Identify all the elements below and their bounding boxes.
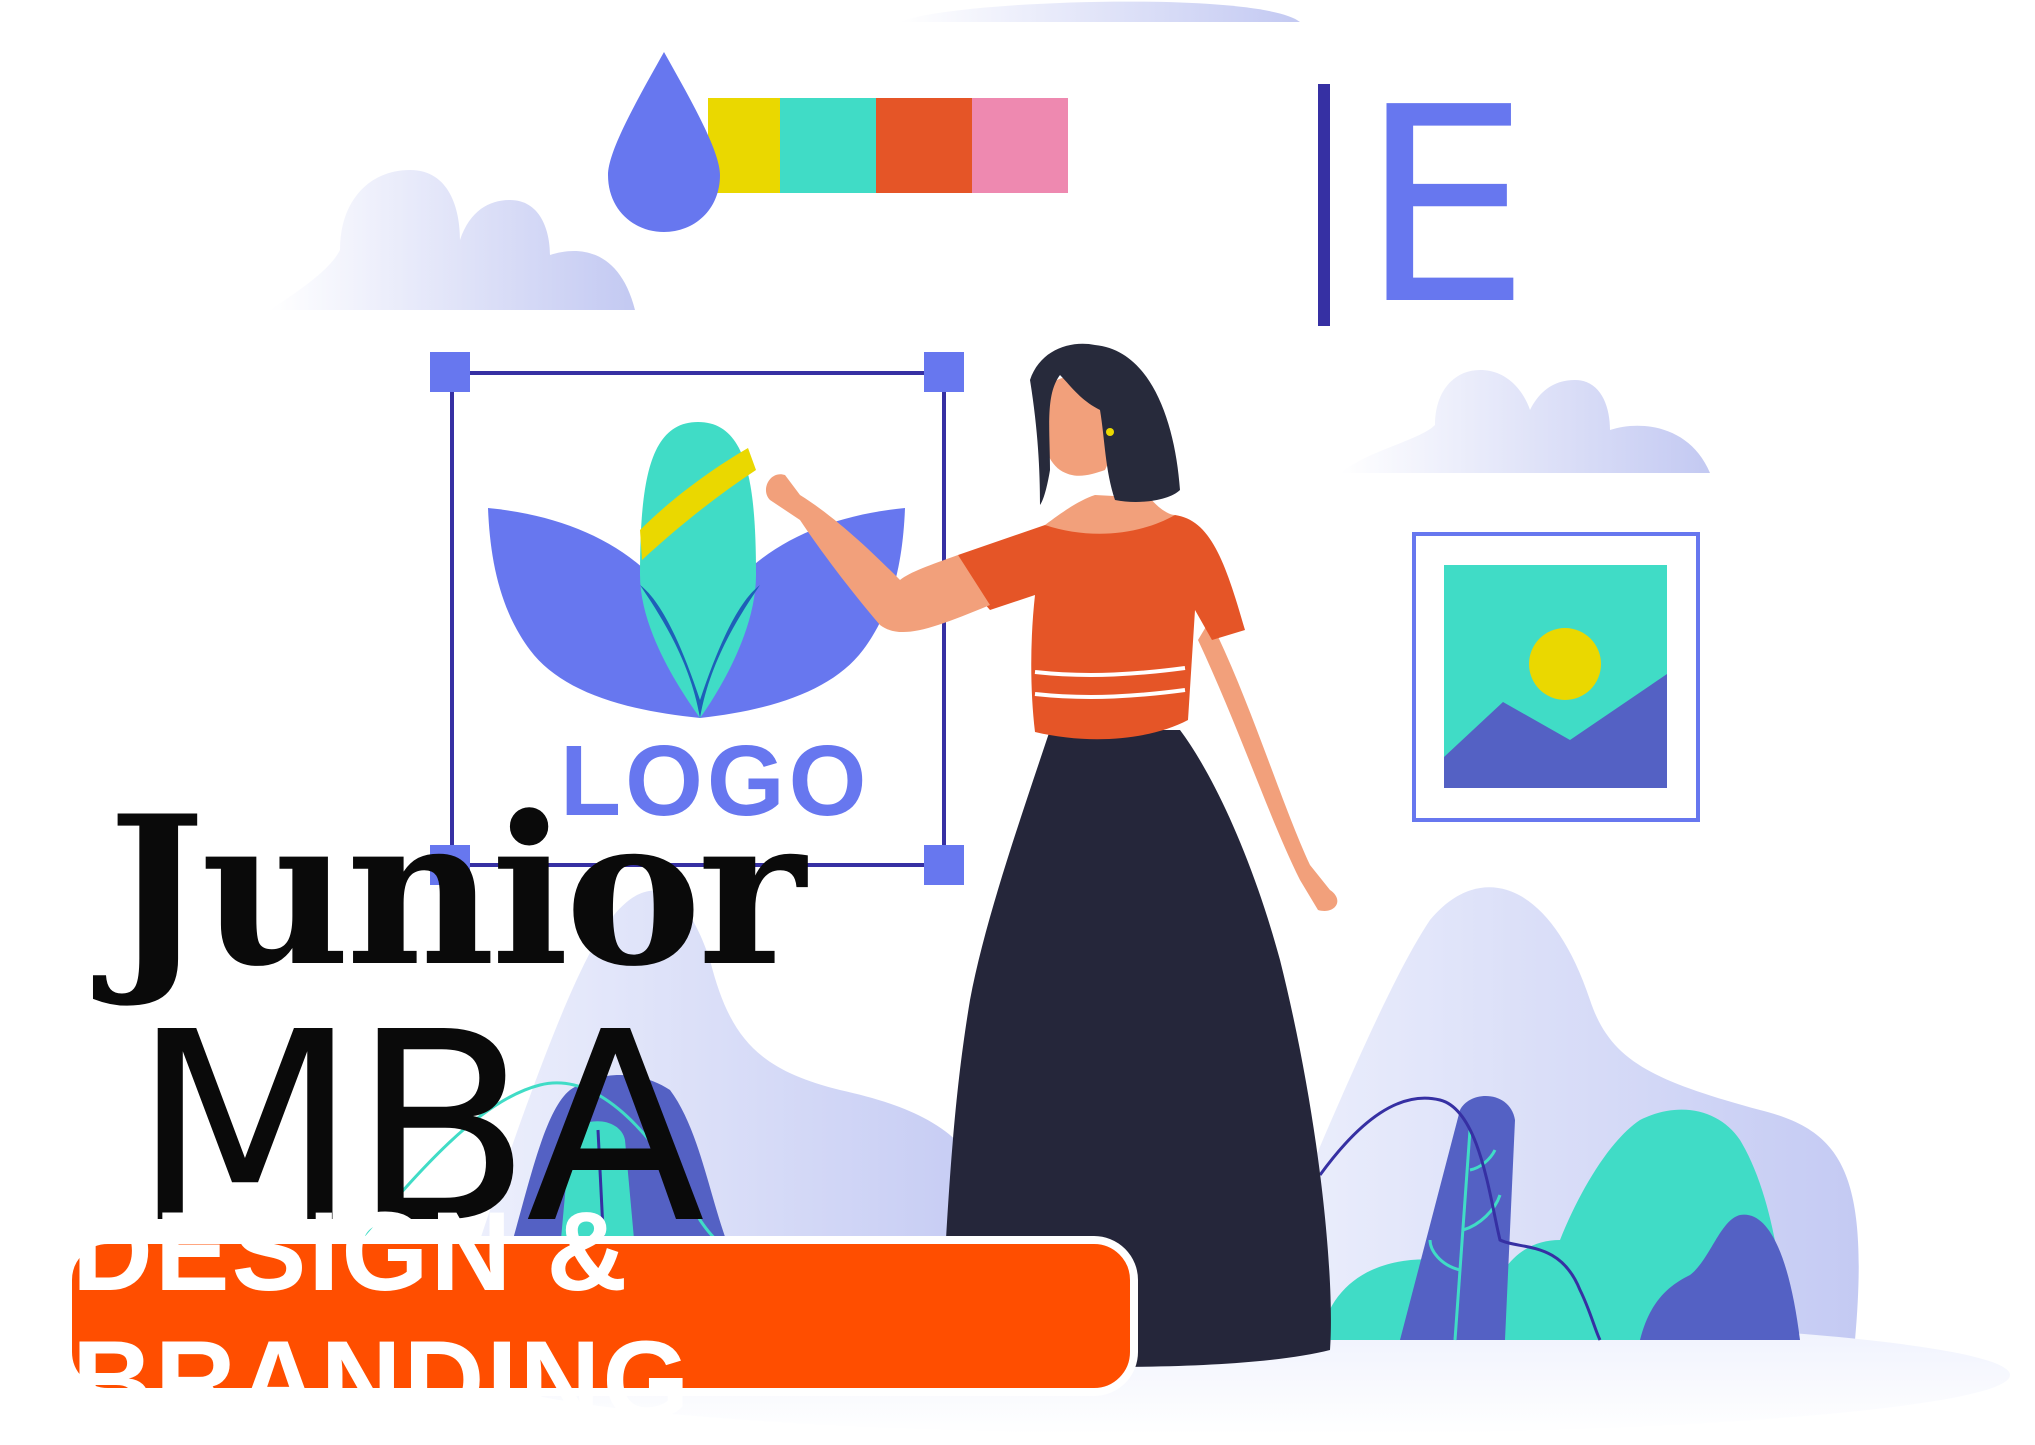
design-branding-badge: DESIGN & BRANDING: [64, 1189, 1138, 1443]
swatch-orange: [876, 98, 972, 193]
image-placeholder-icon: [1412, 532, 1700, 822]
cloud-top: [900, 1, 1300, 22]
cloud-right: [1340, 370, 1710, 473]
text-cursor-icon: [1318, 84, 1330, 326]
swatch-teal: [780, 98, 876, 193]
headline-junior: Junior: [108, 772, 806, 1012]
resize-handle-tr: [924, 352, 964, 392]
letter-tile: E: [1360, 49, 1531, 364]
swatch-pink: [972, 98, 1068, 193]
figure-top: [958, 515, 1245, 740]
cloud-left: [270, 170, 635, 310]
resize-handle-tl: [430, 352, 470, 392]
resize-handle-br: [924, 845, 964, 885]
color-palette: [608, 52, 1068, 232]
ink-drop-icon: [608, 52, 720, 232]
